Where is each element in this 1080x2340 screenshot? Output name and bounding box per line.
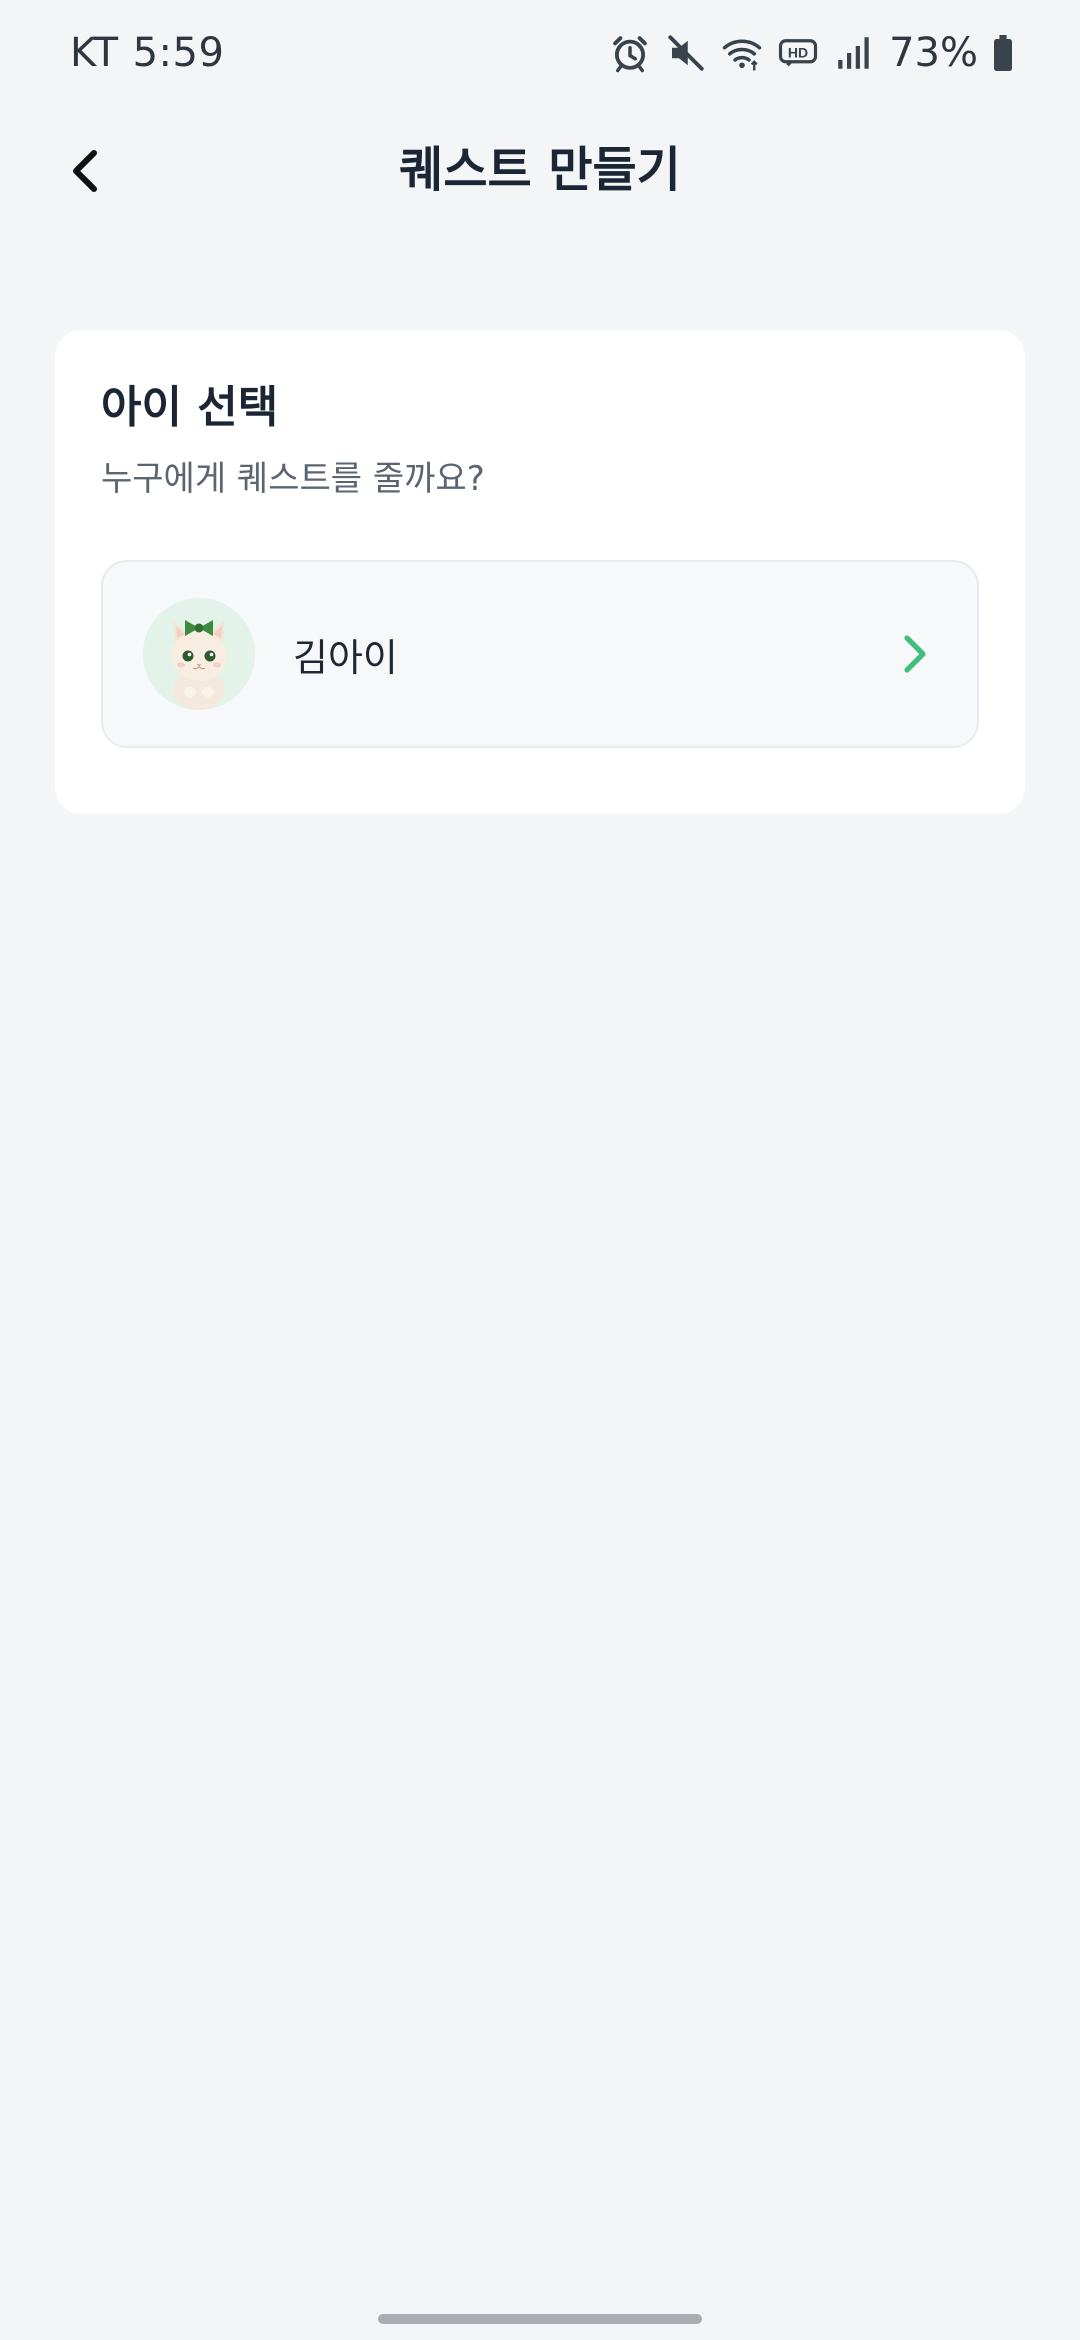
svg-text:HD: HD <box>788 44 808 60</box>
clock: 5:59 <box>132 30 225 76</box>
avatar <box>143 598 255 710</box>
card-subtitle: 누구에게 퀘스트를 줄까요? <box>101 459 485 499</box>
child-name: 김아이 <box>293 635 398 680</box>
alarm-icon <box>609 32 651 74</box>
mute-icon <box>665 32 707 74</box>
battery-icon <box>992 35 1014 71</box>
hd-voice-icon: HD <box>777 32 819 74</box>
home-indicator[interactable] <box>378 2314 702 2324</box>
child-list-item[interactable]: 김아이 <box>101 560 979 748</box>
chevron-right-icon <box>893 632 937 676</box>
status-bar: KT 5:59 HD 73% <box>0 0 1080 106</box>
carrier-label: KT <box>70 30 119 76</box>
battery-percentage: 73% <box>889 30 978 76</box>
status-right: HD 73% <box>609 30 1014 76</box>
status-left: KT 5:59 <box>70 30 224 76</box>
page-title: 퀘스트 만들기 <box>399 142 681 198</box>
wifi-icon <box>721 32 763 74</box>
card-title: 아이 선택 <box>101 382 279 433</box>
app-header: 퀘스트 만들기 <box>0 110 1080 230</box>
child-select-card: 아이 선택 누구에게 퀘스트를 줄까요? 김아이 <box>55 330 1025 814</box>
signal-icon <box>833 32 875 74</box>
cat-avatar-icon <box>143 598 255 710</box>
